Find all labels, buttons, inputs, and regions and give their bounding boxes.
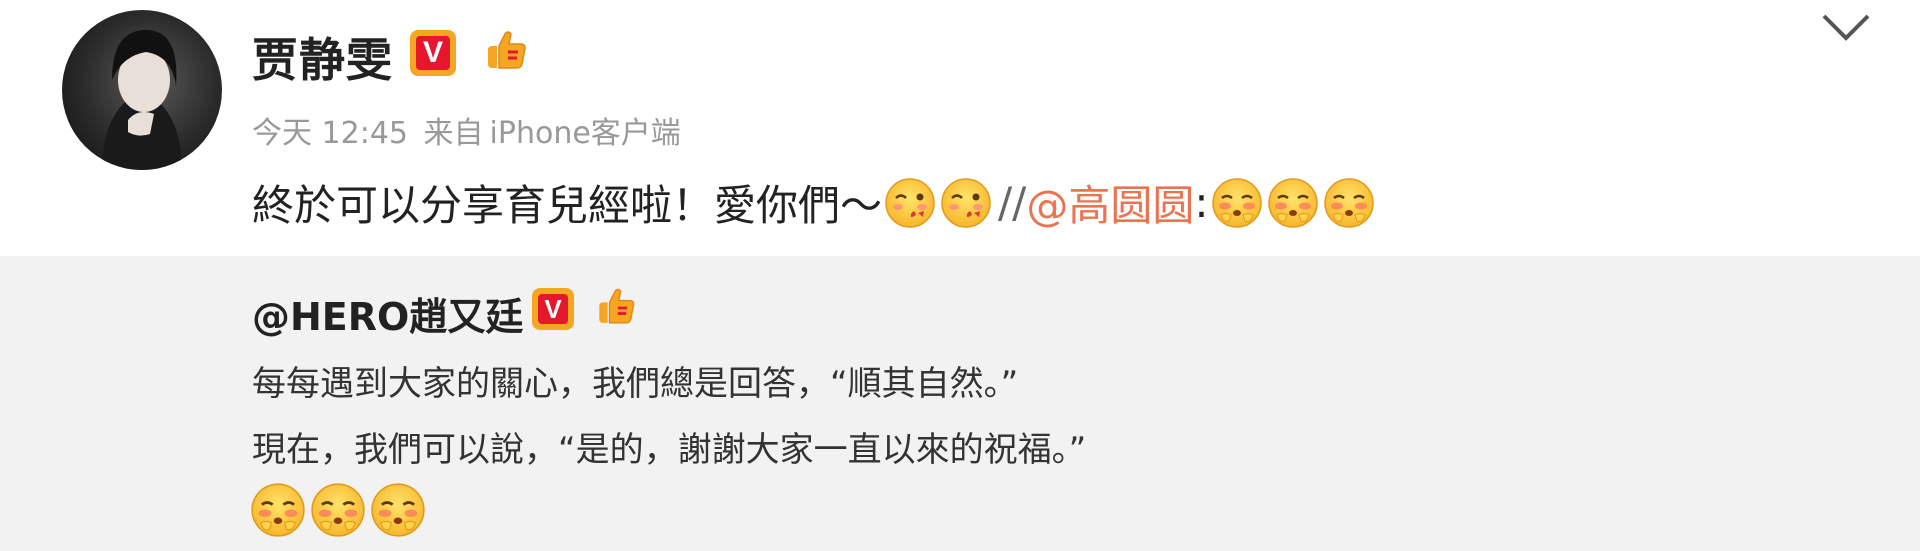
retweet-author[interactable]: @HERO趙又廷 xyxy=(252,286,523,341)
retweet-text-line-1: 每每遇到大家的關心，我們總是回答，“順其自然。” xyxy=(252,364,1019,404)
verified-v-icon: V xyxy=(532,288,574,330)
source-prefix: 来自 xyxy=(423,116,484,151)
retweet-text-line-2: 現在，我們可以說，“是的，謝謝大家一直以來的祝福。” xyxy=(252,430,1087,470)
author-name[interactable]: 贾静雯 xyxy=(252,24,393,90)
retweet-emojis xyxy=(248,482,428,538)
kiss-wink-emoji xyxy=(940,177,992,229)
verified-v-icon: V xyxy=(410,30,456,76)
repost-separator: // xyxy=(998,178,1027,227)
shy-blush-emoji xyxy=(370,482,426,538)
post-text-body: 終於可以分享育兒經啦！愛你們～ xyxy=(252,181,883,230)
shy-blush-emoji xyxy=(1267,177,1319,229)
post-source[interactable]: iPhone客户端 xyxy=(490,116,681,151)
retweet-block[interactable]: @HERO趙又廷 V 每每遇到大家的關心，我們總是回答，“順其自然。” 現在，我… xyxy=(0,256,1920,551)
thumbs-up-member-icon[interactable] xyxy=(478,24,534,80)
mention-colon: : xyxy=(1194,178,1209,227)
shy-blush-emoji xyxy=(250,482,306,538)
post-meta: 今天 12:45 来自 iPhone客户端 xyxy=(252,108,687,152)
weibo-post: 贾静雯 V 今天 12:45 来自 iPhone客户端 終於可以分享育兒經啦！愛你… xyxy=(0,0,1920,551)
thumbs-up-member-icon[interactable] xyxy=(590,282,642,334)
post-time[interactable]: 今天 12:45 xyxy=(252,116,408,151)
shy-blush-emoji xyxy=(1211,177,1263,229)
avatar[interactable] xyxy=(62,10,222,170)
post-text: 終於可以分享育兒經啦！愛你們～ // @高圆圆 : xyxy=(252,172,1377,233)
shy-blush-emoji xyxy=(1323,177,1375,229)
kiss-wink-emoji xyxy=(884,177,936,229)
mention-link[interactable]: @高圆圆 xyxy=(1026,172,1194,233)
shy-blush-emoji xyxy=(310,482,366,538)
chevron-down-icon[interactable] xyxy=(1818,8,1874,48)
